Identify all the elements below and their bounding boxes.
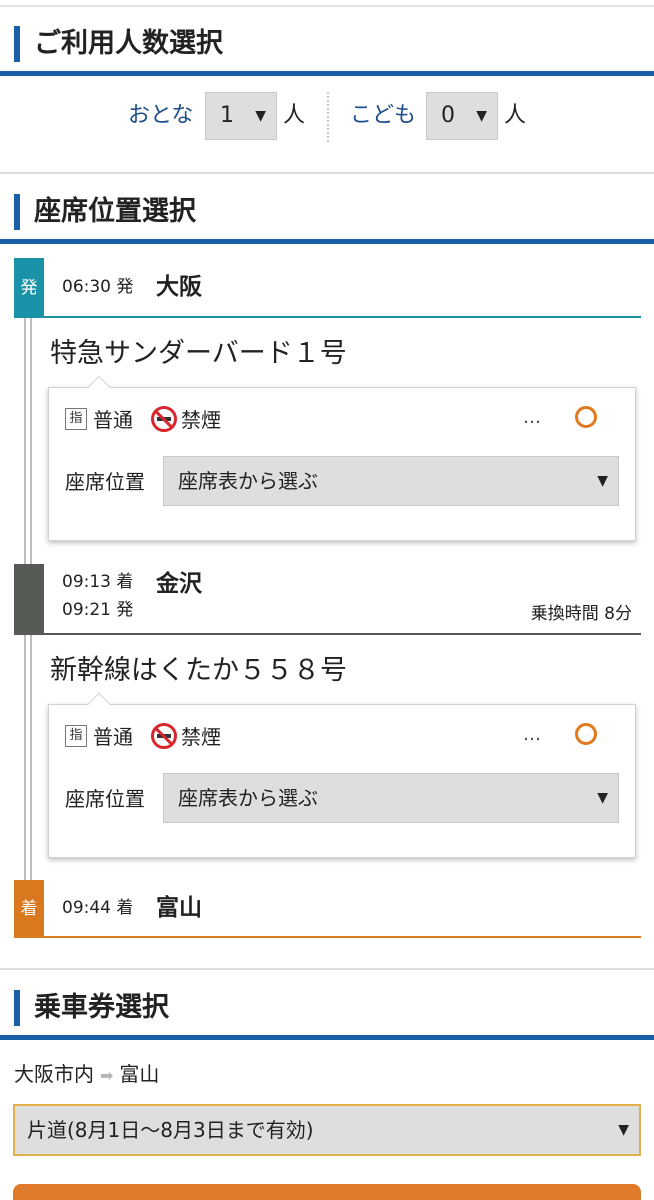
seat-position-label: 座席位置: [65, 787, 145, 811]
section-marker: [14, 26, 20, 62]
ticket-type-value: 片道(8月1日～8月3日まで有効): [27, 1118, 314, 1142]
more-icon[interactable]: …: [523, 404, 541, 432]
route-from: 大阪市内: [14, 1062, 94, 1086]
ticket-section-header: 乗車券選択: [0, 970, 654, 1040]
transfer-badge: [14, 564, 44, 635]
seat-select-value: 座席表から選ぶ: [178, 469, 318, 493]
people-section-title: ご利用人数選択: [34, 28, 223, 59]
section-underline: [0, 1035, 654, 1040]
arrive-line: [44, 936, 641, 938]
card-notch: [87, 692, 111, 716]
reserved-seat-icon: 指: [65, 408, 87, 430]
arrive-station: 富山: [156, 895, 202, 921]
train2-name: 新幹線はくたか５５８号: [50, 655, 347, 686]
adult-label: おとな: [128, 103, 194, 128]
chevron-down-icon: ▼: [255, 108, 266, 124]
chevron-down-icon: ▼: [597, 790, 608, 806]
train1-name: 特急サンダーバード１号: [50, 338, 347, 369]
adult-count-value: 1: [220, 103, 234, 128]
primary-action-button[interactable]: [13, 1184, 641, 1200]
train2-seat-card: 指 普通 禁煙 … 座席位置 座席表から選ぶ ▼: [48, 692, 636, 858]
transfer-depart-time: 09:21 発: [62, 600, 134, 620]
people-section-header: ご利用人数選択: [0, 6, 654, 76]
smoking-label: 禁煙: [181, 725, 221, 749]
seat-select-value: 座席表から選ぶ: [178, 786, 318, 810]
ticket-section-title: 乗車券選択: [34, 992, 169, 1023]
child-unit: 人: [504, 103, 527, 128]
card-notch: [87, 375, 111, 399]
depart-line: [44, 316, 641, 318]
section-marker: [14, 990, 20, 1026]
adult-unit: 人: [283, 103, 306, 128]
more-icon[interactable]: …: [523, 721, 541, 749]
transfer-station: 金沢: [156, 571, 202, 597]
depart-station: 大阪: [156, 274, 202, 300]
seat-class-label: 普通: [93, 725, 133, 749]
smoking-label: 禁煙: [181, 408, 221, 432]
timeline-rail: [24, 635, 32, 880]
seat-section-title: 座席位置選択: [34, 196, 196, 227]
availability-circle-icon: [575, 723, 597, 745]
section-underline: [0, 239, 654, 244]
train2-seat-select[interactable]: 座席表から選ぶ ▼: [163, 773, 619, 823]
arrow-right-icon: ➡: [100, 1066, 114, 1085]
section-marker: [14, 194, 20, 230]
seat-section-header: 座席位置選択: [0, 174, 654, 244]
transfer-arrive-time: 09:13 着: [62, 572, 134, 592]
child-label: こども: [350, 103, 417, 128]
transfer-line: [44, 633, 641, 635]
arrive-time: 09:44 着: [62, 898, 134, 918]
depart-time: 06:30 発: [62, 277, 134, 297]
arrive-badge: 着: [14, 880, 44, 938]
ticket-type-select[interactable]: 片道(8月1日～8月3日まで有効) ▼: [13, 1104, 641, 1156]
availability-circle-icon: [575, 406, 597, 428]
transfer-duration: 乗換時間 8分: [530, 604, 632, 624]
adult-count-select[interactable]: 1 ▼: [205, 92, 277, 140]
timeline-rail: [24, 318, 32, 564]
train1-seat-select[interactable]: 座席表から選ぶ ▼: [163, 456, 619, 506]
chevron-down-icon: ▼: [618, 1122, 629, 1138]
section-underline: [0, 71, 654, 76]
chevron-down-icon: ▼: [476, 108, 487, 124]
depart-badge: 発: [14, 258, 44, 318]
reserved-seat-icon: 指: [65, 725, 87, 747]
seat-position-label: 座席位置: [65, 470, 145, 494]
seat-class-label: 普通: [93, 408, 133, 432]
no-smoking-icon: [151, 723, 177, 749]
ticket-route: 大阪市内 ➡ 富山: [14, 1060, 159, 1090]
child-count-select[interactable]: 0 ▼: [426, 92, 498, 140]
chevron-down-icon: ▼: [597, 473, 608, 489]
no-smoking-icon: [151, 406, 177, 432]
people-separator: [327, 92, 329, 142]
train1-seat-card: 指 普通 禁煙 … 座席位置 座席表から選ぶ ▼: [48, 375, 636, 541]
route-to: 富山: [119, 1062, 160, 1086]
child-count-value: 0: [441, 103, 455, 128]
